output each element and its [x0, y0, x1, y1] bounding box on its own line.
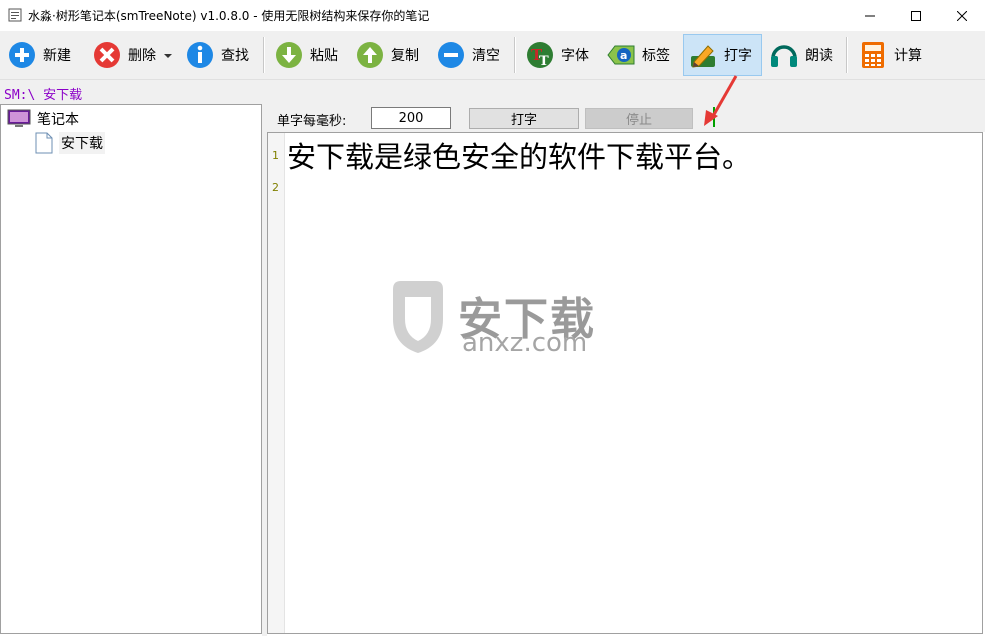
toolbar-separator — [846, 37, 848, 73]
stop-typing-button[interactable]: 停止 — [585, 108, 693, 129]
line-number-gutter: 1 2 — [268, 133, 285, 633]
delete-dropdown-arrow-icon[interactable] — [164, 54, 172, 58]
toolbar-separator — [263, 37, 265, 73]
window-title: 水淼·树形笔记本(smTreeNote) v1.0.8.0 - 使用无限树结构来… — [28, 9, 430, 23]
document-icon — [35, 132, 53, 154]
copy-button[interactable]: 复制 — [351, 34, 423, 76]
note-tree[interactable]: 笔记本 安下载 — [0, 104, 262, 634]
ms-per-char-label: 单字每毫秒: — [277, 114, 347, 129]
minus-circle-icon — [438, 42, 464, 68]
tag-button[interactable]: a 标签 — [602, 34, 674, 76]
calculator-button[interactable]: 计算 — [854, 34, 926, 76]
tree-child-label: 安下载 — [59, 132, 105, 154]
title-bar: 水淼·树形笔记本(smTreeNote) v1.0.8.0 - 使用无限树结构来… — [0, 0, 985, 32]
paste-button-label: 粘贴 — [310, 48, 338, 64]
watermark-domain: anxz.com — [462, 328, 588, 358]
find-button[interactable]: 查找 — [181, 34, 253, 76]
tree-child-item[interactable]: 安下载 — [35, 132, 105, 154]
close-icon — [957, 10, 967, 21]
font-icon: TT — [527, 42, 553, 69]
arrow-up-circle-icon — [357, 42, 383, 68]
line-number: 1 — [272, 149, 279, 162]
typing-control-bar: 单字每毫秒: 打字 停止 — [267, 104, 985, 132]
current-path: SM:\ 安下载 — [4, 88, 83, 103]
typing-button[interactable]: 打字 — [683, 34, 762, 76]
x-circle-icon — [94, 42, 120, 68]
tag-button-label: 标签 — [642, 48, 670, 64]
calculator-icon — [862, 42, 884, 68]
info-circle-icon — [187, 42, 213, 68]
ms-per-char-input[interactable] — [371, 107, 451, 129]
toolbar: 新建 删除 查找 粘贴 复制 清空 TT 字体 a 标签 打字 朗读 计算 — [0, 31, 985, 79]
start-typing-button[interactable]: 打字 — [469, 108, 579, 129]
copy-button-label: 复制 — [391, 48, 419, 64]
paste-button[interactable]: 粘贴 — [270, 34, 342, 76]
editor-content[interactable]: 安下载是绿色安全的软件下载平台。 — [287, 134, 751, 176]
read-aloud-button[interactable]: 朗读 — [765, 34, 837, 76]
watermark-shield-icon — [393, 281, 443, 353]
typing-button-label: 打字 — [724, 48, 752, 64]
monitor-icon — [7, 109, 31, 127]
arrow-down-circle-icon — [276, 42, 302, 68]
pencil-icon — [691, 45, 715, 68]
delete-button[interactable]: 删除 — [88, 34, 160, 76]
delete-button-label: 删除 — [128, 48, 156, 64]
new-button-label: 新建 — [43, 48, 71, 64]
path-bar: SM:\ 安下载 — [0, 79, 985, 105]
maximize-icon — [911, 10, 921, 21]
clear-button[interactable]: 清空 — [432, 34, 504, 76]
find-button-label: 查找 — [221, 48, 249, 64]
tree-root-label: 笔记本 — [37, 112, 79, 128]
tag-icon: a — [607, 45, 635, 65]
annotation-arrow-icon — [704, 75, 738, 126]
minimize-icon — [865, 15, 875, 16]
line-number: 2 — [272, 181, 279, 194]
plus-circle-icon — [9, 42, 35, 68]
tree-root-item[interactable]: 笔记本 — [7, 109, 79, 129]
svg-text:a: a — [620, 49, 627, 62]
minimize-button[interactable] — [847, 0, 893, 31]
headphones-icon — [771, 45, 797, 67]
close-button[interactable] — [939, 0, 985, 31]
maximize-button[interactable] — [893, 0, 939, 31]
svg-text:T: T — [539, 54, 549, 69]
new-button[interactable]: 新建 — [3, 34, 75, 76]
note-editor[interactable]: 1 2 安下载是绿色安全的软件下载平台。 — [267, 132, 983, 634]
toolbar-separator — [514, 37, 516, 73]
read-aloud-button-label: 朗读 — [805, 48, 833, 64]
font-button[interactable]: TT 字体 — [521, 34, 593, 76]
clear-button-label: 清空 — [472, 48, 500, 64]
app-icon — [8, 8, 22, 22]
calculator-button-label: 计算 — [894, 48, 922, 64]
font-button-label: 字体 — [561, 48, 589, 64]
